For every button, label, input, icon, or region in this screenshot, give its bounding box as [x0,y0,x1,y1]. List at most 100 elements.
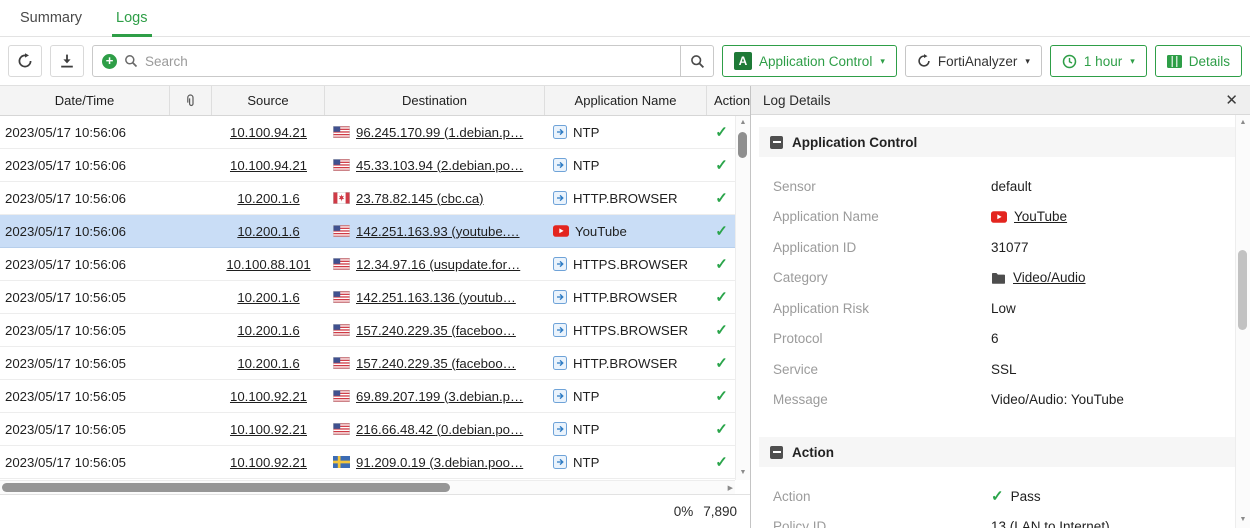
scroll-up-icon[interactable]: ▲ [736,118,750,128]
cell-source[interactable]: 10.200.1.6 [212,182,325,214]
tab-logs[interactable]: Logs [116,0,147,36]
cell-application[interactable]: NTP [545,380,707,412]
collapse-icon[interactable] [770,446,783,459]
table-vertical-scrollbar[interactable]: ▲ ▼ [735,116,750,480]
add-filter-icon[interactable]: + [102,54,117,69]
column-header-destination[interactable]: Destination [325,86,545,115]
cell-application[interactable]: HTTP.BROWSER [545,281,707,313]
field-value: ✓Pass [991,489,1041,504]
cell-source[interactable]: 10.100.88.101 [212,248,325,280]
application-icon [553,422,567,436]
scroll-down-icon[interactable]: ▼ [736,468,750,478]
column-header-action[interactable]: Action [707,86,750,115]
table-row[interactable]: 2023/05/17 10:56:0510.100.92.21216.66.48… [0,413,750,446]
cell-source[interactable]: 10.200.1.6 [212,215,325,247]
field-label: Policy ID [773,519,991,528]
details-toggle-button[interactable]: Details [1155,45,1242,77]
pass-check-icon: ✓ [715,125,728,140]
table-row[interactable]: 2023/05/17 10:56:0510.100.92.2191.209.0.… [0,446,750,479]
table-row[interactable]: 2023/05/17 10:56:05 10.100.92.2169.89.207… [0,380,750,413]
collapse-icon[interactable] [770,136,783,149]
cell-destination[interactable]: 142.251.163.93 (youtube.… [325,215,545,247]
table-row[interactable]: 2023/05/17 10:56:0610.100.94.2145.33.103… [0,149,750,182]
cell-destination[interactable]: 142.251.163.136 (youtub… [325,281,545,313]
search-input[interactable] [145,54,673,69]
scroll-up-icon[interactable]: ▲ [1236,118,1250,128]
table-row[interactable]: 2023/05/17 10:56:0610.200.1.6142.251.163… [0,215,750,248]
column-header-source[interactable]: Source [212,86,325,115]
tab-summary[interactable]: Summary [20,0,82,36]
cell-application[interactable]: YouTube [545,215,707,247]
cell-source[interactable]: 10.100.94.21 [212,116,325,148]
table-row[interactable]: 2023/05/17 10:56:0510.200.1.6142.251.163… [0,281,750,314]
cell-destination[interactable]: 23.78.82.145 (cbc.ca) [325,182,545,214]
table-row[interactable]: 2023/05/17 10:56:05 10.200.1.6157.240.229… [0,347,750,380]
cell-destination[interactable]: 45.33.103.94 (2.debian.po… [325,149,545,181]
application-icon [553,356,567,370]
cell-datetime: 2023/05/17 10:56:05 [0,347,170,379]
section-header-action[interactable]: Action [759,437,1235,467]
time-range-dropdown[interactable]: 1 hour ▾ [1050,45,1147,77]
column-header-application-name[interactable]: Application Name [545,86,707,115]
cell-destination[interactable]: 157.240.229.35 (faceboo… [325,314,545,346]
cell-source[interactable]: 10.200.1.6 [212,314,325,346]
flag-us-icon [333,291,350,303]
chevron-down-icon: ▾ [880,56,885,67]
vertical-scroll-thumb[interactable] [738,132,747,158]
search-button[interactable] [680,46,713,76]
pass-check-icon: ✓ [991,489,1004,504]
download-button[interactable] [50,45,84,77]
details-scroll-thumb[interactable] [1238,250,1247,330]
table-row[interactable]: 2023/05/17 10:56:0610.100.94.2196.245.17… [0,116,750,149]
cell-source[interactable]: 10.200.1.6 [212,347,325,379]
cell-source[interactable]: 10.100.92.21 [212,413,325,445]
cell-destination[interactable]: 91.209.0.19 (3.debian.poo… [325,446,545,478]
cell-application[interactable]: HTTP.BROWSER [545,347,707,379]
cell-destination[interactable]: 69.89.207.199 (3.debian.p… [325,380,545,412]
scroll-down-icon[interactable]: ▼ [1236,515,1250,525]
section-header-application-control[interactable]: Application Control [759,127,1235,157]
table-row[interactable]: 2023/05/17 10:56:0510.200.1.6157.240.229… [0,314,750,347]
cell-application[interactable]: NTP [545,116,707,148]
cell-application[interactable]: HTTP.BROWSER [545,182,707,214]
cell-application[interactable]: HTTPS.BROWSER [545,314,707,346]
cell-destination[interactable]: 12.34.97.16 (usupdate.for… [325,248,545,280]
log-type-dropdown[interactable]: A Application Control ▾ [722,45,897,77]
table-columns-icon [1167,55,1182,68]
close-icon[interactable]: ✕ [1225,93,1238,108]
details-scrollbar[interactable]: ▲ ▼ [1235,115,1250,528]
field-value[interactable]: YouTube [991,209,1067,224]
scroll-right-icon[interactable]: ▶ [728,484,733,492]
cell-application[interactable]: NTP [545,149,707,181]
pass-check-icon: ✓ [715,389,728,404]
column-header-attachment[interactable] [170,86,212,115]
search-box: + [92,45,714,77]
table-body: 2023/05/17 10:56:0610.100.94.2196.245.17… [0,116,750,482]
cell-source[interactable]: 10.100.94.21 [212,149,325,181]
table-row[interactable]: 2023/05/17 10:56:0610.200.1.623.78.82.14… [0,182,750,215]
cell-source[interactable]: 10.200.1.6 [212,281,325,313]
horizontal-scroll-thumb[interactable] [2,483,450,492]
table-row[interactable]: 2023/05/17 10:56:0610.100.88.10112.34.97… [0,248,750,281]
cell-application[interactable]: NTP [545,446,707,478]
column-header-date-time[interactable]: Date/Time [0,86,170,115]
cell-destination[interactable]: 157.240.229.35 (faceboo… [325,347,545,379]
field-label: Action [773,489,991,504]
cell-datetime: 2023/05/17 10:56:05 [0,380,170,412]
panel-body: Application ControlSensordefaultApplicat… [751,115,1235,528]
log-source-dropdown[interactable]: FortiAnalyzer ▾ [905,45,1042,77]
field-value[interactable]: Video/Audio [991,270,1086,285]
field-value: SSL [991,362,1017,377]
cell-destination[interactable]: 96.245.170.99 (1.debian.p… [325,116,545,148]
cell-attachment [170,149,212,181]
refresh-button[interactable] [8,45,42,77]
cell-application[interactable]: NTP [545,413,707,445]
cell-destination[interactable]: 216.66.48.42 (0.debian.po… [325,413,545,445]
application-control-icon: A [734,52,752,70]
cell-source[interactable]: 10.100.92.21 [212,446,325,478]
cell-application[interactable]: HTTPS.BROWSER [545,248,707,280]
cell-source[interactable]: 10.100.92.21 [212,380,325,412]
table-horizontal-scrollbar[interactable]: ▶ [0,480,735,494]
search-icon [124,54,138,68]
refresh-icon [17,53,33,69]
